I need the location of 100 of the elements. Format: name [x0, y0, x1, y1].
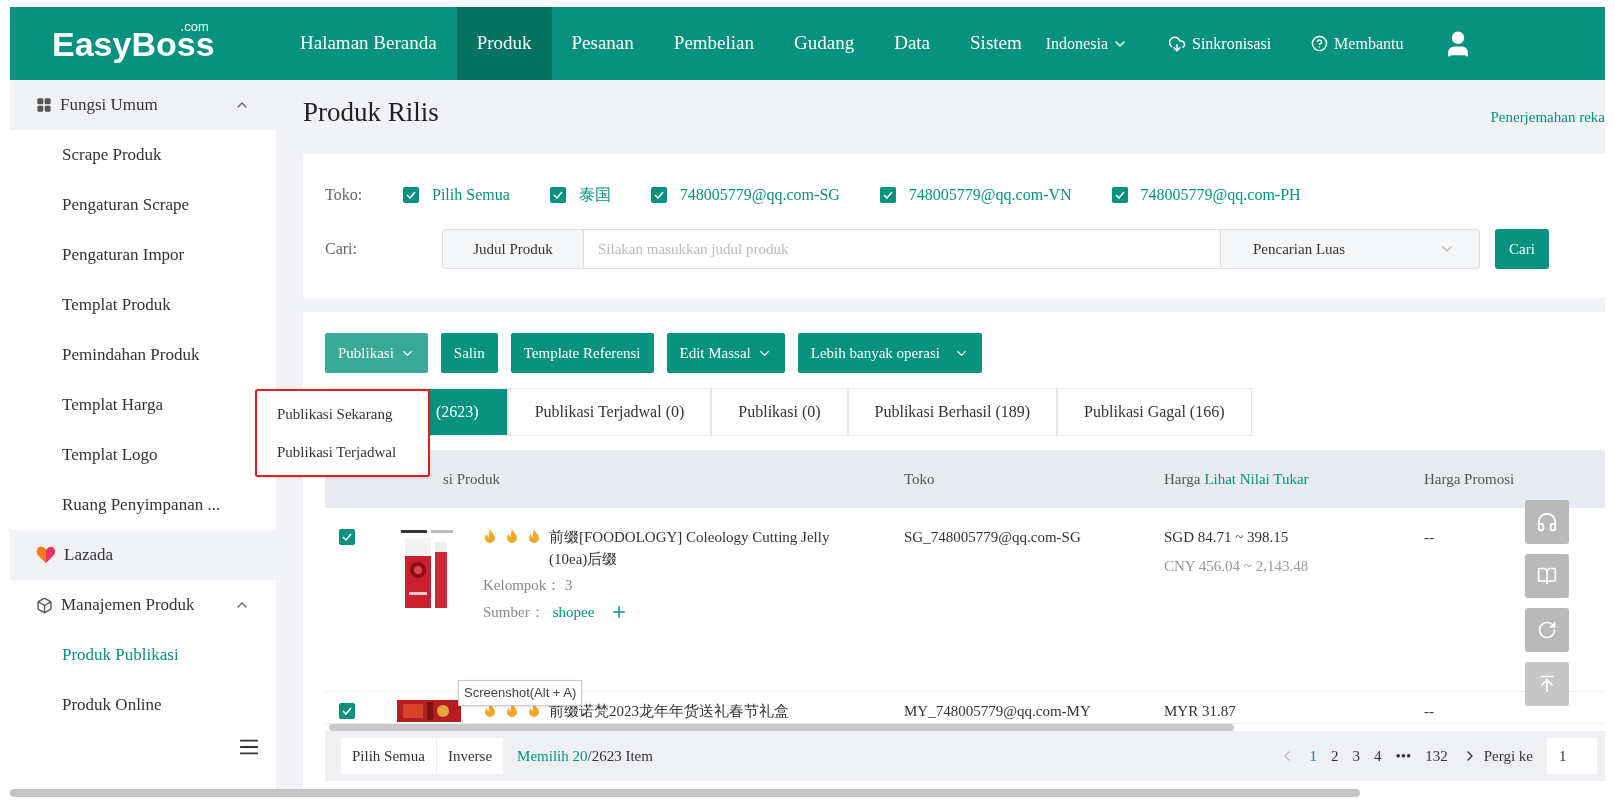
source-label: Sumber： [483, 602, 545, 622]
product-title[interactable]: 前缀[FOODOLOGY] Coleology Cutting Jelly (10ea)后缀 [549, 526, 835, 570]
inverse-button[interactable]: Inverse [436, 738, 504, 774]
sidebar-item[interactable]: Ruang Penyimpanan ... [10, 480, 276, 530]
nav-tab[interactable]: Sistem [950, 7, 1042, 80]
sync-button[interactable]: Sinkronisasi [1168, 31, 1272, 56]
sidebar-item[interactable]: Templat Produk [10, 280, 276, 330]
support-button[interactable] [1525, 500, 1569, 544]
nav-tab[interactable]: Gudang [774, 7, 875, 80]
heart-icon [36, 546, 56, 564]
check-icon [552, 191, 563, 199]
toolbar-button[interactable]: Edit Massal [666, 333, 785, 373]
language-select[interactable]: Indonesia [1045, 31, 1128, 56]
promo-cell-text: -- [1424, 528, 1434, 547]
sidebar-section[interactable]: Fungsi Umum [10, 80, 276, 130]
status-tab[interactable]: Publikasi Terjadwal (0) [507, 388, 712, 436]
logo: EasyBoss .com [51, 26, 216, 61]
check-icon [882, 191, 893, 199]
headset-icon [1536, 511, 1558, 533]
goto-field[interactable]: 1 [1547, 738, 1597, 774]
row-checkbox[interactable] [339, 703, 355, 719]
column-header: si Produk [442, 469, 502, 489]
promo-cell-text: -- [1424, 702, 1434, 721]
grid-icon [36, 97, 52, 113]
flame-icon [505, 528, 519, 544]
status-tab[interactable]: Publikasi Berhasil (189) [847, 388, 1058, 436]
column-header: Toko [904, 469, 936, 489]
book-icon [1537, 566, 1557, 586]
menu-item[interactable]: Publikasi Sekarang [257, 395, 428, 433]
store-option[interactable]: 泰国 [578, 183, 611, 207]
tooltip: Screenshot(Alt + A) [458, 680, 583, 706]
price-cell-text: MYR 31.87 [1164, 702, 1237, 721]
sidebar-item[interactable]: Produk Publikasi [10, 630, 276, 680]
check-icon [342, 707, 352, 715]
nav-tab[interactable]: Data [874, 7, 951, 80]
checkbox[interactable] [879, 187, 896, 203]
sidebar-section[interactable]: Lazada [10, 530, 276, 580]
check-icon [342, 533, 352, 541]
help-icon [1311, 35, 1329, 52]
column-header: Harga [1164, 469, 1201, 489]
flame-icon [483, 528, 497, 544]
price-cell-text: SGD 84.71 ~ 398.15 [1164, 528, 1290, 547]
group-text: Kelompok： 3 [483, 576, 574, 595]
search-type-select[interactable]: Judul Produk [442, 229, 584, 269]
checkbox[interactable] [549, 187, 566, 203]
store-label: Toko: [325, 185, 364, 205]
price-cny: CNY 456.04 ~ 2,143.48 [1164, 556, 1310, 576]
cloud-icon [1168, 34, 1186, 53]
select-all-button[interactable]: Pilih Semua [341, 738, 437, 774]
sidebar-item[interactable]: Pengaturan Impor [10, 230, 276, 280]
sidebar-item[interactable]: Pengaturan Scrape [10, 180, 276, 230]
box-icon [36, 596, 53, 614]
sidebar-item[interactable]: Produk Online [10, 680, 276, 730]
page-number[interactable]: 132 [1425, 744, 1448, 768]
section-label: Manajemen Produk [61, 594, 196, 617]
arrow-up-icon [1537, 674, 1557, 694]
toolbar-button[interactable]: Template Referensi [510, 333, 654, 373]
search-field[interactable]: Silakan masukkan judul produk [584, 229, 1220, 269]
status-tab[interactable]: Publikasi (0) [711, 388, 848, 436]
selection-count: Memilih 20/2623 Item [517, 746, 653, 766]
check-icon [406, 191, 416, 199]
checkbox[interactable] [650, 187, 667, 203]
store-option[interactable]: 748005779@qq.com-SG [679, 183, 840, 207]
store-option[interactable]: Pilih Semua [432, 183, 510, 207]
page-number[interactable]: 4 [1373, 744, 1382, 768]
section-label: Lazada [64, 544, 115, 567]
page-number[interactable]: 3 [1352, 744, 1360, 768]
sidebar-item[interactable]: Pemindahan Produk [10, 330, 276, 380]
nav-tab[interactable]: Halaman Beranda [280, 7, 457, 80]
toolbar-button[interactable]: Salin [440, 333, 498, 373]
source-link[interactable]: shopee [552, 600, 595, 623]
store-option[interactable]: 748005779@qq.com-PH [1140, 183, 1301, 207]
check-icon [653, 191, 664, 199]
status-tab[interactable]: Publikasi Gagal (166) [1057, 388, 1252, 436]
refresh-icon [1537, 620, 1557, 640]
sidebar-item[interactable]: Scrape Produk [10, 130, 276, 180]
flame-icon [527, 528, 541, 544]
nav-tab[interactable]: Pesanan [551, 7, 654, 80]
store-option[interactable]: 748005779@qq.com-VN [908, 183, 1072, 207]
nav-tab[interactable]: Produk [456, 7, 552, 80]
toolbar-button[interactable]: Lebih banyak operasi [797, 333, 982, 373]
check-icon [1114, 191, 1125, 199]
goto-label: Pergi ke [1483, 746, 1533, 766]
page-title: Produk Rilis [303, 95, 439, 129]
column-header: Harga Promosi [1424, 469, 1515, 489]
help-button[interactable]: Membantu [1311, 31, 1404, 56]
section-label: Fungsi Umum [60, 94, 159, 117]
nav-tab[interactable]: Pembelian [653, 7, 774, 80]
menu-item[interactable]: Publikasi Terjadwal [257, 433, 428, 471]
search-button[interactable]: Cari [1495, 229, 1549, 269]
page-number[interactable]: 2 [1330, 744, 1339, 768]
row-checkbox[interactable] [339, 529, 355, 545]
search-mode-select[interactable]: Pencarian Luas [1220, 229, 1480, 269]
page-ellipsis[interactable]: ••• [1395, 744, 1412, 768]
checkbox[interactable] [403, 187, 419, 203]
translate-link[interactable]: Penerjemahan reka [1490, 105, 1605, 132]
guide-button[interactable] [1525, 554, 1569, 598]
checkbox[interactable] [1111, 187, 1128, 203]
store-cell-text: MY_748005779@qq.com-MY [904, 702, 1092, 721]
search-label: Cari: [325, 239, 358, 259]
